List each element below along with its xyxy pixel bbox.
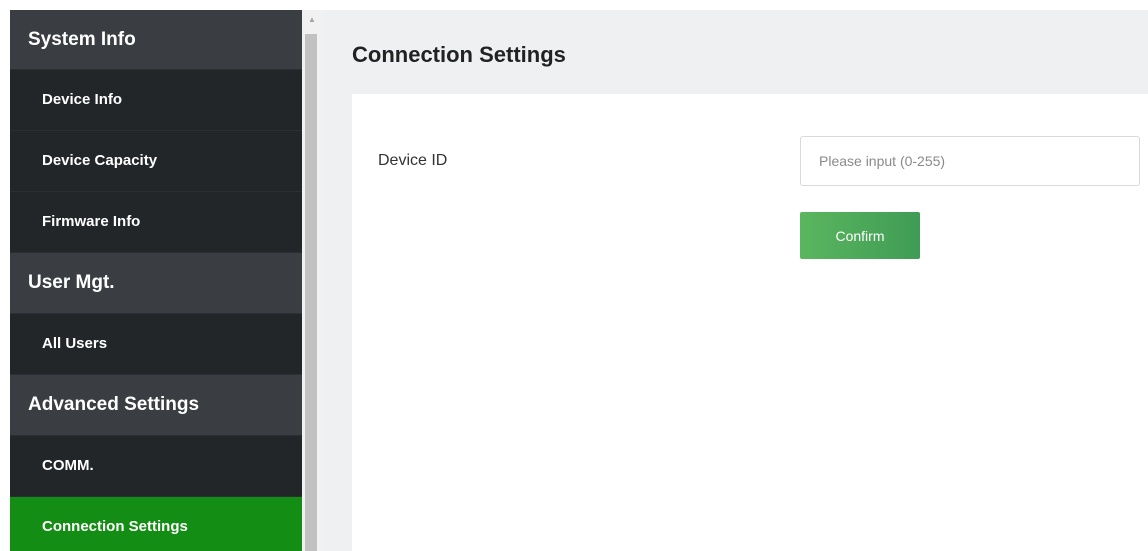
sidebar-section-advanced-settings[interactable]: Advanced Settings (10, 375, 302, 435)
sidebar-item-device-info[interactable]: Device Info (10, 70, 302, 130)
scrollbar-thumb[interactable] (305, 34, 317, 551)
main-content: Connection Settings Device ID Confirm (322, 10, 1148, 551)
sidebar-menu: System Info Device Info Device Capacity … (10, 10, 302, 551)
device-id-input[interactable] (800, 136, 1140, 186)
sidebar-item-comm[interactable]: COMM. (10, 436, 302, 496)
sidebar-section-system-info[interactable]: System Info (10, 10, 302, 69)
sidebar-item-device-capacity[interactable]: Device Capacity (10, 131, 302, 191)
sidebar-section-user-mgt[interactable]: User Mgt. (10, 253, 302, 313)
page-title: Connection Settings (352, 42, 566, 67)
confirm-button[interactable]: Confirm (800, 212, 920, 259)
sidebar-item-all-users[interactable]: All Users (10, 314, 302, 374)
settings-card: Device ID Confirm (352, 94, 1148, 551)
scroll-up-arrow-icon[interactable]: ▲ (302, 10, 322, 32)
device-id-label: Device ID (378, 152, 448, 169)
sidebar-item-connection-settings[interactable]: Connection Settings (10, 497, 302, 551)
sidebar-scrollbar[interactable]: ▲ (302, 10, 322, 551)
sidebar-item-firmware-info[interactable]: Firmware Info (10, 192, 302, 252)
